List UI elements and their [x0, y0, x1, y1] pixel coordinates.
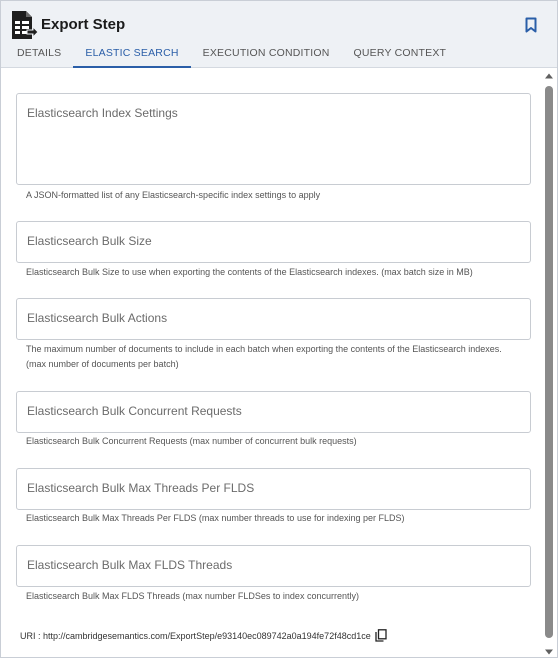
uri-text: URI : http://cambridgesemantics.com/Expo… — [20, 630, 371, 641]
bulk-max-flds-threads-label: Elasticsearch Bulk Max FLDS Threads — [27, 558, 233, 572]
bulk-actions-field[interactable]: Elasticsearch Bulk Actions — [16, 298, 531, 340]
panel-header: Export Step DETAILS ELASTIC SEARCH EXECU… — [1, 1, 557, 68]
export-step-panel: Export Step DETAILS ELASTIC SEARCH EXECU… — [0, 0, 558, 658]
form-content: Elasticsearch Index Settings A JSON-form… — [1, 69, 542, 657]
tab-elastic-search[interactable]: ELASTIC SEARCH — [73, 39, 191, 68]
index-settings-field[interactable]: Elasticsearch Index Settings — [16, 93, 531, 185]
tab-execution-condition[interactable]: EXECUTION CONDITION — [191, 39, 342, 68]
scrollbar-thumb[interactable] — [545, 86, 553, 638]
bulk-max-flds-threads-field[interactable]: Elasticsearch Bulk Max FLDS Threads — [16, 545, 531, 587]
bulk-size-label: Elasticsearch Bulk Size — [27, 234, 152, 248]
bulk-max-threads-per-flds-help: Elasticsearch Bulk Max Threads Per FLDS … — [26, 513, 405, 523]
bulk-max-flds-threads-help: Elasticsearch Bulk Max FLDS Threads (max… — [26, 591, 359, 601]
bulk-actions-help: The maximum number of documents to inclu… — [26, 344, 502, 369]
bulk-concurrent-requests-help: Elasticsearch Bulk Concurrent Requests (… — [26, 436, 357, 446]
bulk-concurrent-requests-field[interactable]: Elasticsearch Bulk Concurrent Requests — [16, 391, 531, 433]
index-settings-label: Elasticsearch Index Settings — [27, 106, 178, 120]
bookmark-icon[interactable] — [525, 17, 537, 33]
copy-icon[interactable] — [375, 629, 387, 642]
index-settings-help: A JSON-formatted list of any Elasticsear… — [26, 190, 321, 200]
scroll-up-arrow-icon[interactable] — [544, 71, 554, 81]
bulk-size-help: Elasticsearch Bulk Size to use when expo… — [26, 267, 473, 277]
bulk-actions-label: Elasticsearch Bulk Actions — [27, 311, 168, 325]
scroll-down-arrow-icon[interactable] — [544, 647, 554, 657]
tab-query-context[interactable]: QUERY CONTEXT — [342, 39, 459, 68]
bulk-concurrent-requests-label: Elasticsearch Bulk Concurrent Requests — [27, 404, 242, 418]
bulk-size-field[interactable]: Elasticsearch Bulk Size — [16, 221, 531, 263]
page-title: Export Step — [41, 16, 126, 33]
vertical-scrollbar[interactable] — [544, 71, 554, 657]
tab-details[interactable]: DETAILS — [1, 39, 73, 68]
uri-row: URI : http://cambridgesemantics.com/Expo… — [20, 629, 387, 642]
tab-bar: DETAILS ELASTIC SEARCH EXECUTION CONDITI… — [1, 39, 458, 68]
export-step-icon — [12, 11, 38, 39]
bulk-max-threads-per-flds-label: Elasticsearch Bulk Max Threads Per FLDS — [27, 481, 255, 495]
bulk-max-threads-per-flds-field[interactable]: Elasticsearch Bulk Max Threads Per FLDS — [16, 468, 531, 510]
